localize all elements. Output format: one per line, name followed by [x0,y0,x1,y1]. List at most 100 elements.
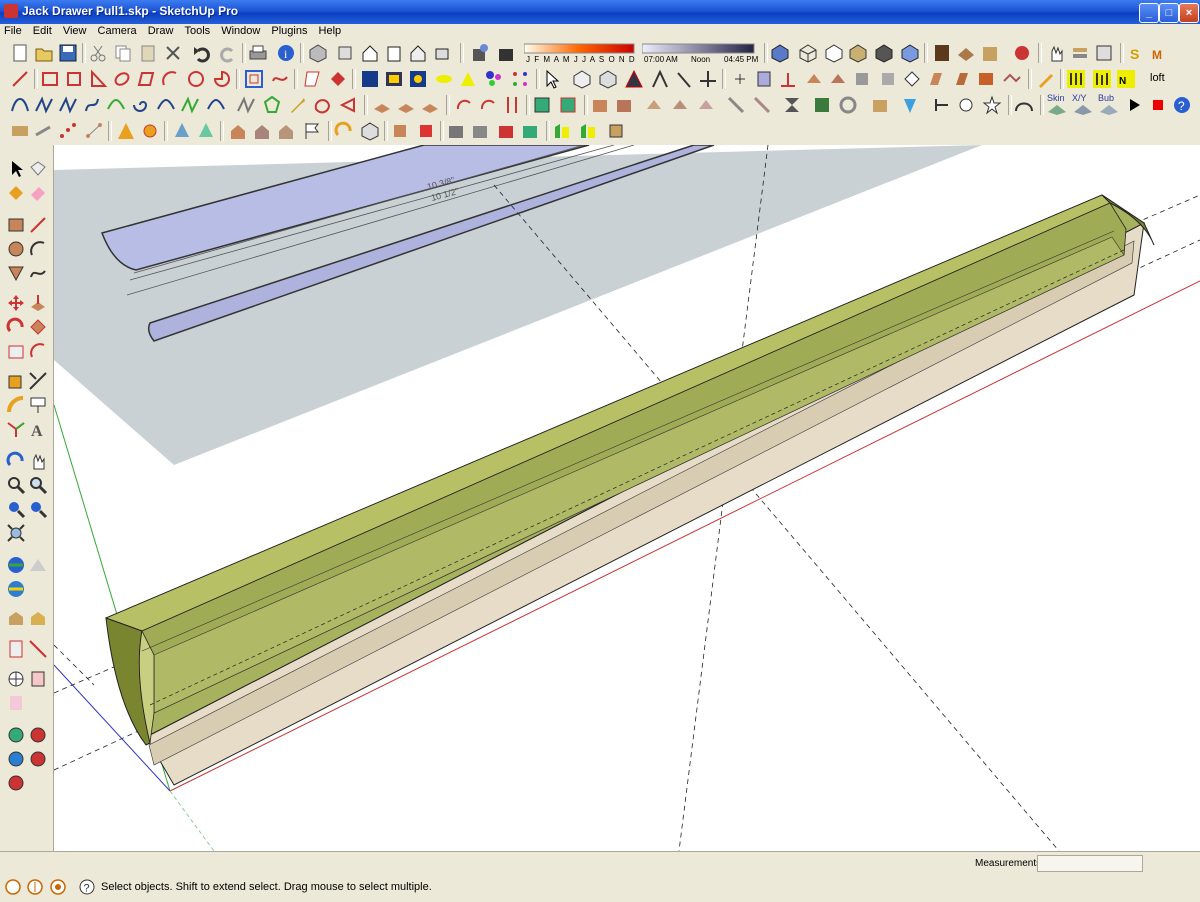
film-icon[interactable] [360,69,380,89]
solid-5-icon[interactable] [900,95,920,115]
redo-icon[interactable] [218,43,238,63]
tetra-2-icon[interactable] [196,121,216,141]
tape-measure-icon[interactable] [6,371,26,391]
solid-4-icon[interactable] [870,95,890,115]
right-view-icon[interactable] [384,43,404,63]
undo-icon[interactable] [192,43,212,63]
curve-3-icon[interactable] [58,95,78,115]
wireframe-icon[interactable] [798,43,818,63]
sandbox-icon[interactable] [6,693,26,713]
rotate-1-icon[interactable] [454,95,474,115]
green-2-icon[interactable] [578,121,598,141]
box-1-icon[interactable] [590,95,610,115]
share-model-icon[interactable] [6,609,26,629]
geo-location-icon[interactable] [5,879,21,895]
curve-7-icon[interactable] [156,95,176,115]
tetra-1-icon[interactable] [172,121,192,141]
freehand-left-icon[interactable] [28,263,48,283]
axes-plugin-icon[interactable] [698,69,718,89]
extrude-h-icon[interactable] [976,69,996,89]
plugin-s-icon[interactable]: S [1126,43,1146,63]
cut-icon[interactable] [88,43,108,63]
block-1-icon[interactable] [390,121,410,141]
outliner-icon[interactable] [1094,43,1114,63]
new-icon[interactable] [10,43,30,63]
menu-tools[interactable]: Tools [180,24,214,38]
extrude-a-icon[interactable] [804,69,824,89]
hidden-line-icon[interactable] [824,43,844,63]
open-icon[interactable] [34,43,54,63]
flag-icon[interactable] [302,121,322,141]
front-view-icon[interactable] [360,43,380,63]
skin-a-icon[interactable] [1066,69,1086,89]
xray-icon[interactable] [770,43,790,63]
arc-left-icon[interactable] [28,239,48,259]
arrows-icon[interactable] [502,95,522,115]
back-view-icon[interactable] [408,43,428,63]
print-icon[interactable] [248,43,268,63]
wrench-icon[interactable] [288,95,308,115]
left-view-icon[interactable] [432,43,452,63]
solid-split-icon[interactable] [28,749,48,769]
help-status-icon[interactable]: ? [79,879,95,895]
solid-intersect-icon[interactable] [6,773,26,793]
get-models-icon[interactable] [28,609,48,629]
material-icon[interactable] [956,43,976,63]
circle-left-icon[interactable] [6,239,26,259]
points-icon[interactable] [58,121,78,141]
warning-icon[interactable] [116,121,136,141]
measure-1-icon[interactable] [726,95,746,115]
ne-icon[interactable]: N [1116,69,1136,89]
blob-icon[interactable] [312,95,332,115]
box-3-icon[interactable] [644,95,664,115]
t-profile-icon[interactable] [778,69,798,89]
extrude-i-icon[interactable] [1002,69,1022,89]
flip-1-icon[interactable] [532,95,552,115]
extrude-e-icon[interactable] [902,69,922,89]
freehand-icon[interactable] [270,69,290,89]
extrude-b-icon[interactable] [828,69,848,89]
parallelogram-icon[interactable] [136,69,156,89]
section-1-icon[interactable] [932,95,952,115]
orbit-icon[interactable] [6,451,26,471]
credits-icon[interactable] [27,879,43,895]
push-3-icon[interactable] [420,95,440,115]
shaded-textures-icon[interactable] [874,43,894,63]
grid-cube-icon[interactable] [360,121,380,141]
solid-2-icon[interactable] [812,95,832,115]
box-5-icon[interactable] [696,95,716,115]
previous-view-icon[interactable] [6,499,26,519]
angle-icon[interactable] [650,69,670,89]
photo-match-icon[interactable] [1012,43,1032,63]
film-strip-icon[interactable] [384,69,404,89]
plugin-ms-icon[interactable]: M [1150,43,1170,63]
loft-label[interactable]: loft [1150,72,1165,84]
sun-icon[interactable] [140,121,160,141]
drawing-viewport[interactable]: 10 3/8" 10 1/2" [54,145,1200,851]
hand-icon[interactable] [1046,43,1066,63]
line-left-icon[interactable] [28,215,48,235]
solid-union-icon[interactable] [6,725,26,745]
menu-view[interactable]: View [59,24,91,38]
maximize-button[interactable]: □ [1159,3,1179,23]
move-icon[interactable] [6,293,26,313]
rect-left-icon[interactable] [6,215,26,235]
extrude-c-icon[interactable] [852,69,872,89]
skin-icon[interactable] [1046,100,1068,116]
curve-8-icon[interactable] [180,95,200,115]
iso-view-icon[interactable] [308,43,328,63]
next-view-icon[interactable] [28,499,48,519]
position-camera-icon[interactable] [6,639,26,659]
user-icon[interactable] [50,879,66,895]
shape-icon[interactable] [302,69,322,89]
menu-plugins[interactable]: Plugins [267,24,311,38]
walk-icon[interactable] [6,669,26,689]
arrow-shape-icon[interactable] [338,95,358,115]
push-1-icon[interactable] [372,95,392,115]
skin-b-icon[interactable] [1092,69,1112,89]
close-button[interactable]: × [1179,3,1199,23]
toggle-terrain-icon[interactable] [28,555,48,575]
shaded-icon[interactable] [848,43,868,63]
mesh-3-icon[interactable] [496,121,516,141]
solid-1-icon[interactable] [782,95,802,115]
